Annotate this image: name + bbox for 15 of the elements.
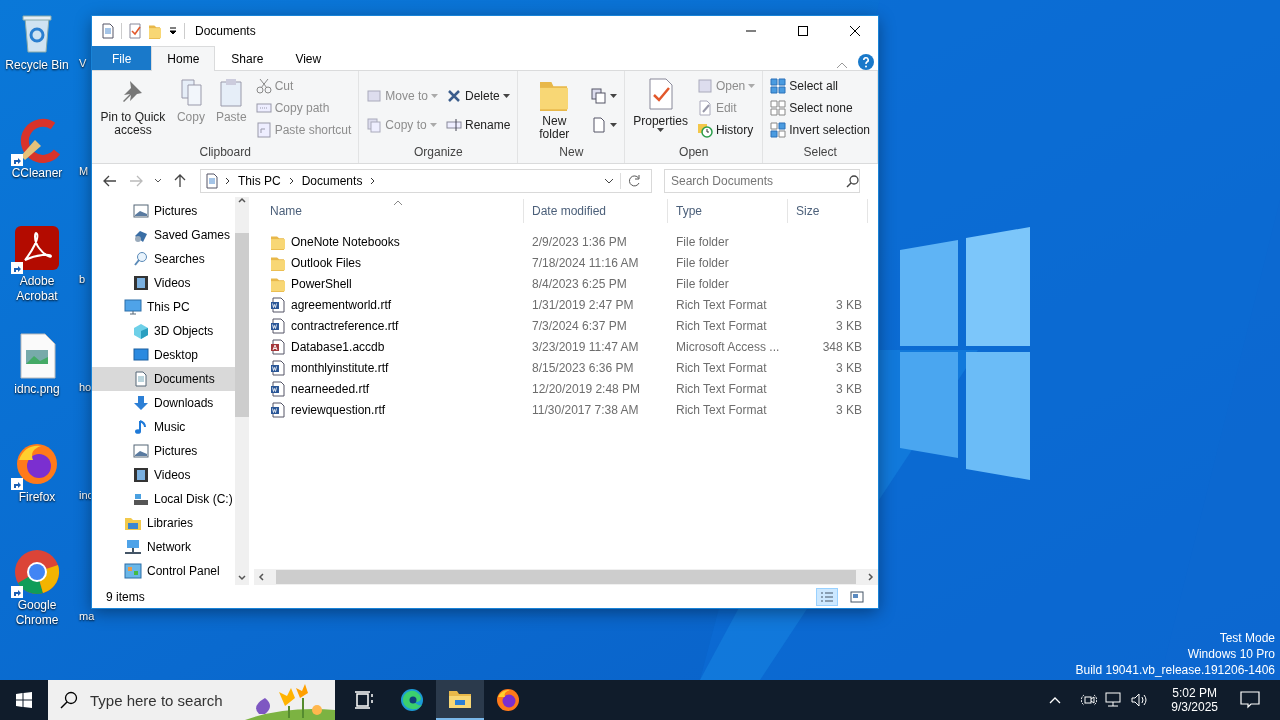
search-icon (60, 691, 78, 709)
taskbar-app-button[interactable] (436, 680, 484, 720)
search-box[interactable]: Type here to search (48, 680, 335, 720)
windows-logo-icon (16, 692, 32, 708)
folder-icon (448, 689, 472, 709)
camera-icon[interactable] (1081, 692, 1098, 708)
network-icon[interactable] (1105, 692, 1124, 708)
search-field[interactable]: Type here to search (88, 690, 242, 710)
notification-icon[interactable] (1240, 691, 1260, 709)
edge-icon (400, 688, 424, 712)
fox-icon (496, 688, 520, 712)
clock[interactable]: 5:02 PM 9/3/2025 (1165, 685, 1224, 715)
task-view-icon (354, 691, 374, 709)
chevron-up-icon[interactable] (1049, 696, 1062, 704)
speaker-icon[interactable] (1131, 692, 1150, 708)
